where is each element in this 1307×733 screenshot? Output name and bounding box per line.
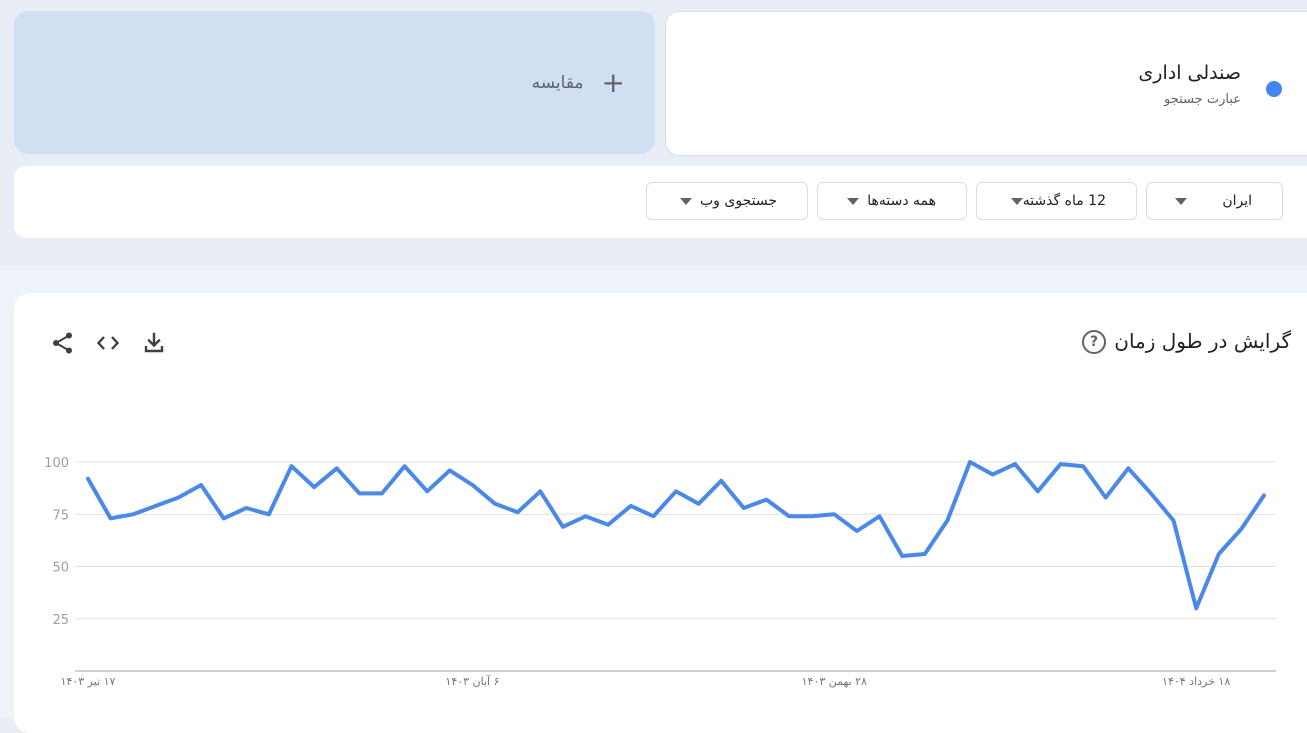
x-tick-label: ۶ آبان ۱۴۰۳ <box>445 674 499 688</box>
line-chart: 100 75 50 25 ۱۷ تیر ۱۴۰۳ ۶ آبان ۱۴۰۳ ۲۸ بهمن ۱… <box>44 456 1276 688</box>
series-line <box>86 460 1266 611</box>
x-tick-label: ۱۷ تیر ۱۴۰۳ <box>61 675 116 688</box>
y-tick-label: 25 <box>52 613 69 628</box>
x-tick-label: ۱۸ خرداد ۱۴۰۴ <box>1162 675 1230 688</box>
y-tick-label: 100 <box>44 456 69 471</box>
y-tick-label: 50 <box>52 561 69 576</box>
x-tick-label: ۲۸ بهمن ۱۴۰۳ <box>802 675 867 688</box>
y-tick-label: 75 <box>52 508 69 523</box>
